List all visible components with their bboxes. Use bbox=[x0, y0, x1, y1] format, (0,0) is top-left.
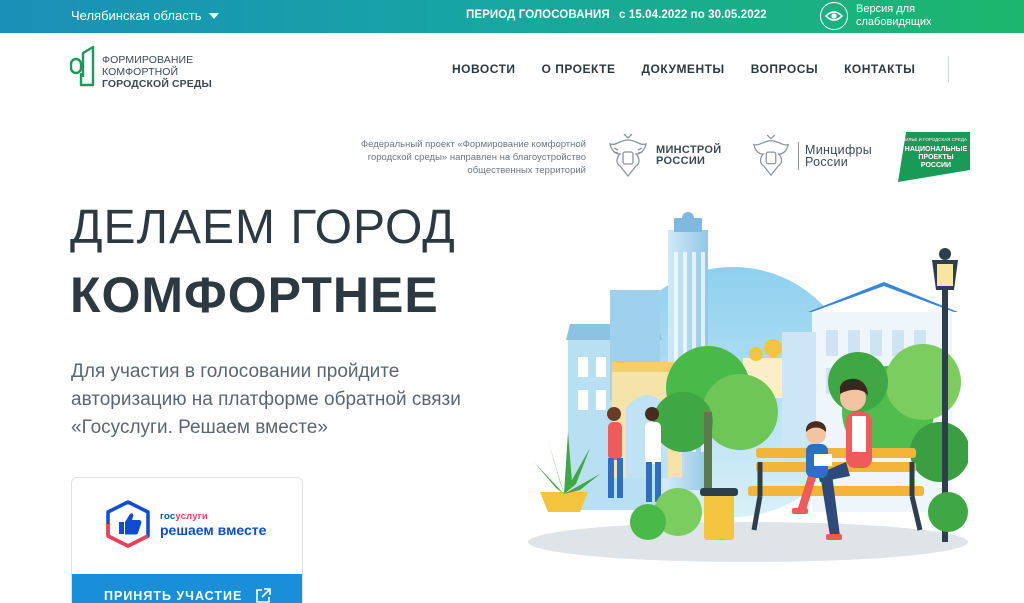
gosuslugi-logo: госуслуги решаем вместе bbox=[102, 498, 266, 550]
accessibility-version-button[interactable]: Версия для слабовидящих bbox=[820, 1, 946, 31]
mincifry-divider bbox=[798, 142, 799, 170]
period-label: ПЕРИОД ГОЛОСОВАНИЯ bbox=[466, 9, 610, 21]
participate-button[interactable]: ПРИНЯТЬ УЧАСТИЕ bbox=[72, 574, 302, 603]
nav-item-questions[interactable]: ВОПРОСЫ bbox=[751, 62, 818, 76]
logo-mark-icon bbox=[70, 45, 95, 87]
coat-of-arms-icon bbox=[752, 134, 790, 177]
external-link-icon bbox=[256, 588, 272, 603]
minstroy-name: МИНСТРОЙ РОССИИ bbox=[656, 144, 722, 167]
logo-text: Формирование комфортной городской среды bbox=[102, 45, 212, 90]
nav-item-about[interactable]: О ПРОЕКТЕ bbox=[542, 62, 616, 76]
svg-text:РОССИИ: РОССИИ bbox=[921, 162, 951, 169]
national-projects-badge-icon: ЖИЛЬЕ И ГОРОДСКАЯ СРЕДА НАЦИОНАЛЬНЫЕ ПРО… bbox=[898, 132, 970, 182]
mincifry-name: Минцифры России bbox=[805, 143, 873, 169]
svg-text:НАЦИОНАЛЬНЫЕ: НАЦИОНАЛЬНЫЕ bbox=[905, 146, 968, 153]
participate-button-label: ПРИНЯТЬ УЧАСТИЕ bbox=[104, 589, 243, 603]
top-bar: Челябинская область ПЕРИОД ГОЛОСОВАНИЯ с… bbox=[0, 0, 1024, 33]
partner-description: Федеральный проект «Формирование комфорт… bbox=[360, 139, 586, 176]
accessibility-label: Версия для слабовидящих bbox=[856, 3, 932, 28]
region-selector[interactable]: Челябинская область bbox=[71, 8, 220, 23]
nav-item-documents[interactable]: ДОКУМЕНТЫ bbox=[641, 62, 724, 76]
nav-item-news[interactable]: НОВОСТИ bbox=[452, 62, 516, 76]
city-park-illustration bbox=[528, 212, 968, 562]
brand-name: решаем вместе bbox=[160, 521, 267, 538]
coat-of-arms-icon bbox=[609, 133, 647, 178]
eye-icon bbox=[820, 2, 848, 30]
logo-line-1: Формирование bbox=[102, 54, 194, 66]
nav-divider bbox=[948, 56, 949, 82]
gosuslugi-wordmark: госуслуги решаем вместе bbox=[160, 510, 267, 538]
chevron-down-icon bbox=[209, 12, 220, 19]
voting-period: ПЕРИОД ГОЛОСОВАНИЯ с 15.04.2022 по 30.05… bbox=[466, 9, 767, 21]
gosuslugi-card: госуслуги решаем вместе ПРИНЯТЬ УЧАСТИЕ bbox=[71, 477, 303, 603]
minstroy-logo[interactable]: МИНСТРОЙ РОССИИ bbox=[606, 132, 721, 180]
svg-text:ПРОЕКТЫ: ПРОЕКТЫ bbox=[918, 154, 953, 161]
hero-description: Для участия в голосовании пройдите автор… bbox=[71, 361, 461, 438]
logo-line-3: городской среды bbox=[102, 78, 212, 90]
thumbs-up-icon bbox=[106, 500, 150, 548]
period-dates: с 15.04.2022 по 30.05.2022 bbox=[619, 9, 767, 21]
mincifry-logo[interactable]: Минцифры России bbox=[750, 132, 872, 180]
region-label: Челябинская область bbox=[71, 8, 202, 23]
site-logo[interactable]: Формирование комфортной городской среды bbox=[70, 45, 212, 90]
main-nav: НОВОСТИ О ПРОЕКТЕ ДОКУМЕНТЫ ВОПРОСЫ КОНТ… bbox=[452, 62, 915, 76]
hero-title-line-2: КОМФОРТНЕЕ bbox=[70, 267, 439, 323]
svg-text:ЖИЛЬЕ И ГОРОДСКАЯ СРЕДА: ЖИЛЬЕ И ГОРОДСКАЯ СРЕДА bbox=[901, 137, 967, 142]
nav-item-contacts[interactable]: КОНТАКТЫ bbox=[844, 62, 915, 76]
national-projects-logo[interactable]: ЖИЛЬЕ И ГОРОДСКАЯ СРЕДА НАЦИОНАЛЬНЫЕ ПРО… bbox=[896, 130, 972, 184]
logo-line-2: комфортной bbox=[102, 66, 179, 78]
hero-title-line-1: ДЕЛАЕМ ГОРОД bbox=[70, 201, 456, 254]
